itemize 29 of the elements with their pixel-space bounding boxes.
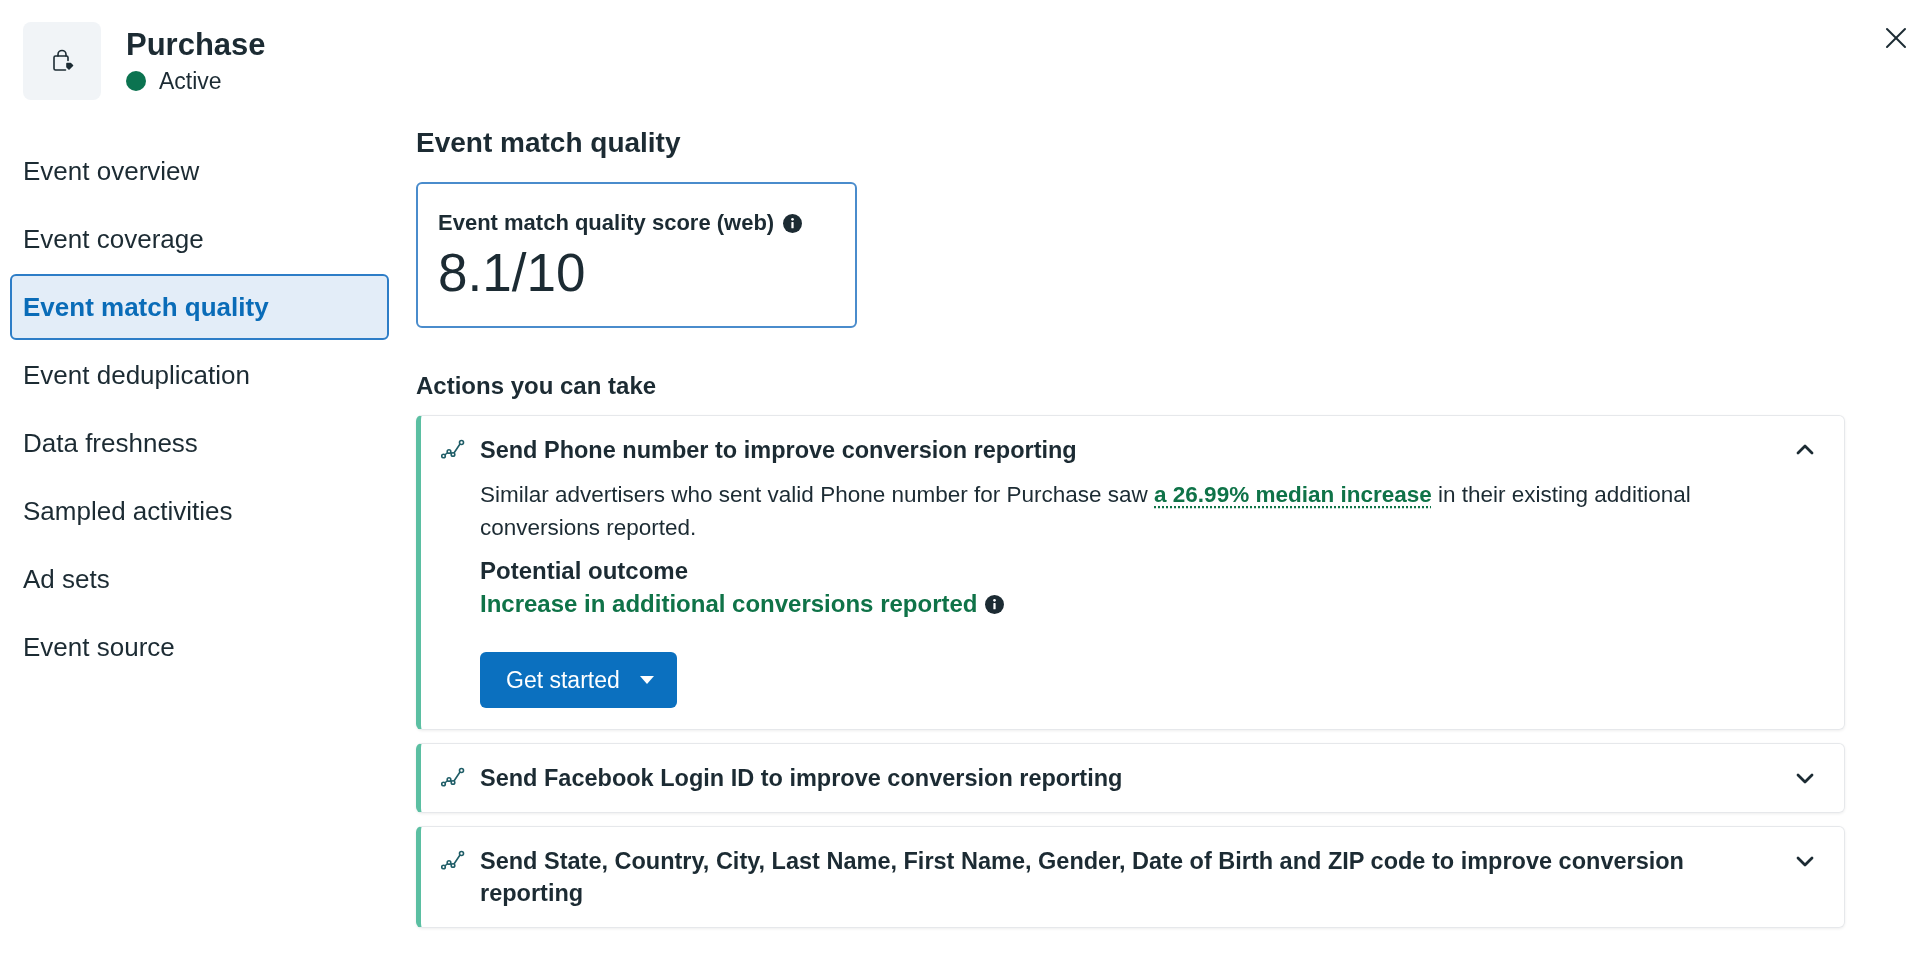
outcome-text: Increase in additional conversions reported [480,589,978,619]
caret-down-icon [639,676,654,684]
action-description: Similar advertisers who sent valid Phone number for Purchase saw a 26.99% median increase in their existing additional conversions reported. [480,481,1692,542]
sidebar-item[interactable]: Event overview [10,138,389,204]
actions-heading: Actions you can take [416,371,657,401]
sidebar-item[interactable]: Ad sets [10,546,389,612]
trend-line-icon [441,767,466,789]
status-label: Active [159,68,222,94]
trend-line-icon [441,439,466,461]
score-label: Event match quality score (web) [438,210,775,236]
sidebar-item[interactable]: Event match quality [10,274,389,340]
event-title: Purchase [126,27,266,63]
info-icon[interactable] [985,594,1005,614]
trend-line-icon [441,850,466,872]
sidebar-item[interactable]: Event coverage [10,206,389,272]
section-heading: Event match quality [416,126,681,160]
action-title[interactable]: Send State, Country, City, Last Name, First Name, Gender, Date of Birth and ZIP code to improve conversion reporting [480,845,1795,909]
close-icon[interactable] [1885,27,1907,49]
action-title[interactable]: Send Facebook Login ID to improve conversion reporting [480,762,1795,794]
median-increase-link[interactable]: a 26.99% median increase [1154,482,1432,507]
outcome-label: Potential outcome [480,556,690,586]
sidebar-item[interactable]: Data freshness [10,410,389,476]
sidebar-item[interactable]: Sampled activities [10,478,389,544]
sidebar-item[interactable]: Event deduplication [10,342,389,408]
sidebar-item[interactable]: Event source [10,614,389,680]
info-icon[interactable] [783,213,803,233]
get-started-button[interactable]: Get started [480,652,677,708]
action-title[interactable]: Send Phone number to improve conversion reporting [480,434,1795,466]
score-value: 8.1/10 [438,243,587,303]
